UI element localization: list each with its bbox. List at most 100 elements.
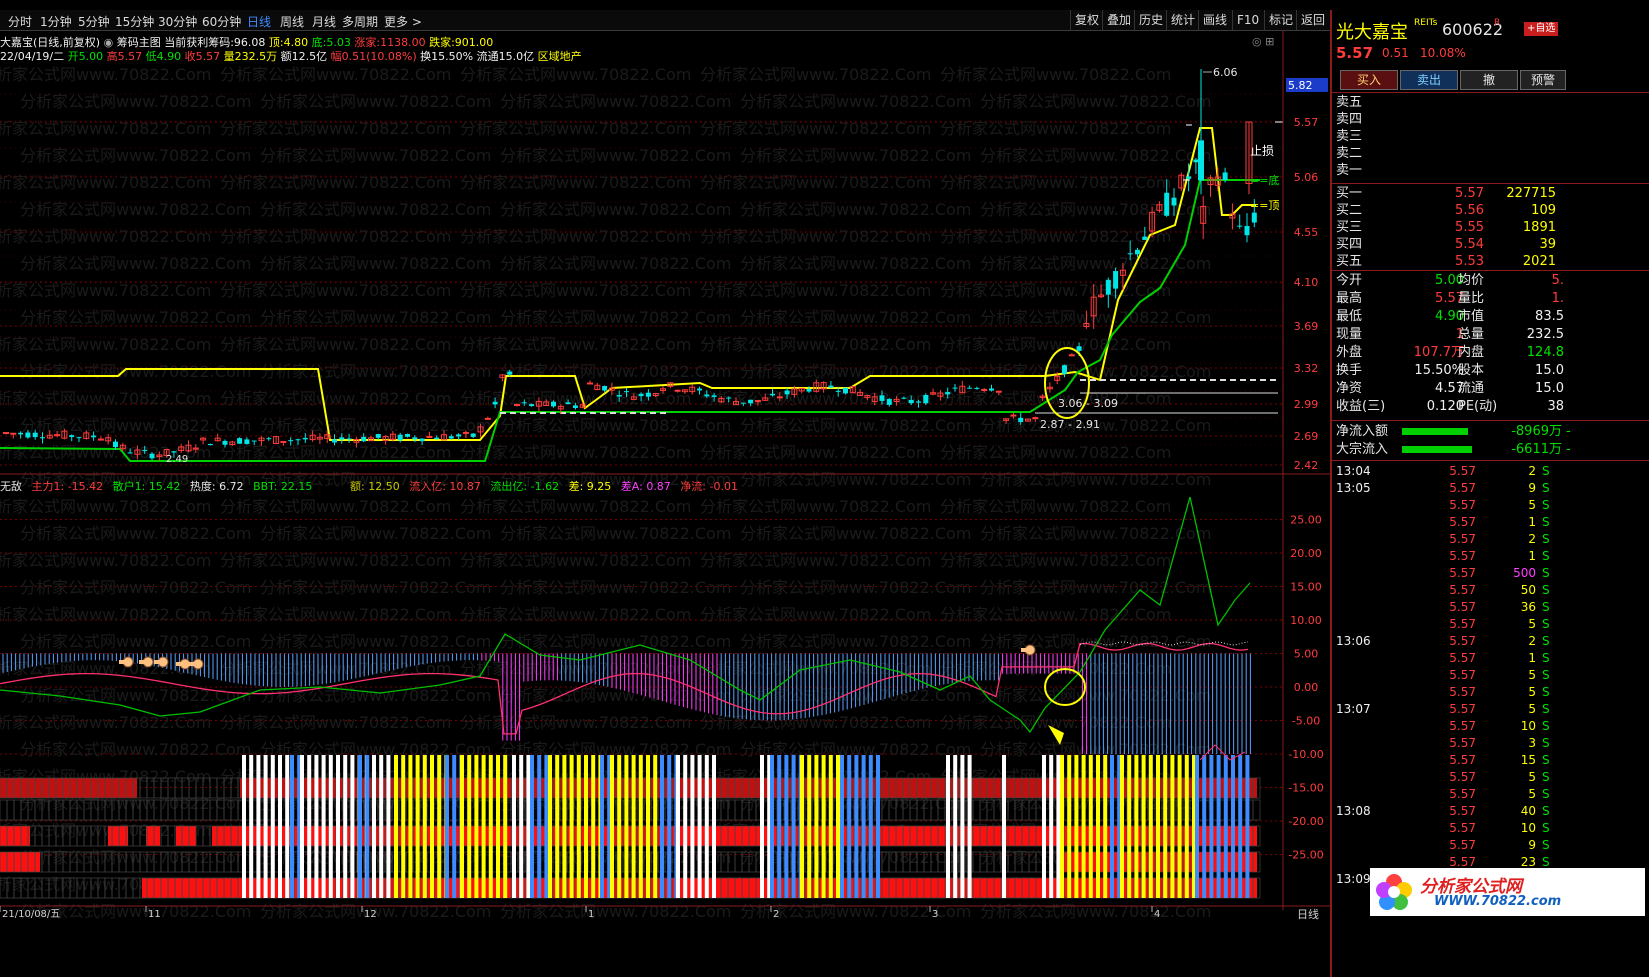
tick-row: 5.57 500 S [1336, 565, 1649, 582]
stat-label: 总量 [1458, 327, 1485, 342]
signal-bar [1103, 755, 1108, 898]
date-axis-label: 1 [588, 909, 594, 920]
signal-bar [770, 755, 774, 898]
tick-side: S [1542, 804, 1550, 818]
stop-loss-label: 止损 [1250, 144, 1274, 158]
tick-row: 5.57 36 S [1336, 599, 1649, 616]
bid-volume: 227715 [1506, 186, 1556, 201]
bid-row[interactable]: 买一 5.57 227715 [1336, 185, 1649, 202]
chart-window-icons[interactable]: ◎ ⊞ [1252, 35, 1274, 48]
watermark-text: 分析家公式网www.70822.Com [20, 200, 251, 219]
signal-bar [617, 755, 622, 898]
stock-name: 光大嘉宝 [1336, 22, 1408, 43]
watermark-text: 分析家公式网www.70822.Com [740, 92, 971, 111]
candle-body [974, 387, 980, 389]
signal-bar [328, 755, 333, 898]
watermark-text: 分析家公式网www.70822.Com [500, 416, 731, 435]
candle-body [484, 417, 491, 420]
candle-body [76, 437, 82, 439]
f10-button[interactable]: F10 [1232, 10, 1263, 30]
tab-1min[interactable]: 1分钟 [40, 13, 72, 30]
candle-body [726, 397, 732, 399]
tick-row: 5.57 50 S [1336, 582, 1649, 599]
sell-button[interactable]: 卖出 [1400, 70, 1458, 90]
watermark-text: 分析家公式网www.70822.Com [700, 227, 931, 246]
tick-volume: 15 [1520, 753, 1536, 767]
logo-url: WWW.70822.com [1434, 894, 1562, 909]
candle-body [624, 391, 629, 393]
ask-label: 卖一 [1336, 163, 1363, 178]
mark-button[interactable]: 标记 [1264, 10, 1297, 30]
bid-volume: 39 [1539, 237, 1556, 252]
tab-15min[interactable]: 15分钟 [115, 13, 154, 30]
band-cell [972, 799, 981, 821]
watermark-text: 分析家公式网www.70822.Com [500, 362, 731, 381]
tab-daily[interactable]: 日线 [247, 13, 271, 30]
tab-monthly[interactable]: 月线 [312, 13, 336, 30]
stat-row: 最低 4.90 市值 83.5 [1336, 308, 1649, 325]
price-axis-label: 4.55 [1294, 226, 1319, 239]
signal-bar [631, 755, 636, 898]
fuquan-button[interactable]: 复权 [1070, 10, 1103, 30]
tab-fenshi[interactable]: 分时 [8, 13, 32, 30]
tab-multi-period[interactable]: 多周期 [342, 13, 378, 30]
tick-time: 13:05 [1336, 481, 1371, 495]
tick-volume: 5 [1528, 617, 1536, 631]
stat-row: 最高 5.57 量比 1. [1336, 290, 1649, 307]
tab-30min[interactable]: 30分钟 [158, 13, 197, 30]
history-button[interactable]: 历史 [1134, 10, 1167, 30]
watermark-text: 分析家公式网www.70822.Com [980, 686, 1211, 705]
bid-row[interactable]: 买四 5.54 39 [1336, 236, 1649, 253]
flow-bar [1402, 428, 1468, 435]
tick-row: 5.57 5 S [1336, 667, 1649, 684]
tick-volume: 2 [1528, 464, 1536, 478]
add-favorite-button[interactable]: +自选 [1524, 22, 1559, 36]
watermark-text: 分析家公式网www.70822.Com [460, 497, 691, 516]
watermark-text: 分析家公式网www.70822.Com [500, 308, 731, 327]
alert-button[interactable]: 预警 [1520, 70, 1566, 90]
stat-value: 15.50% [1414, 363, 1464, 378]
candle-body [91, 435, 97, 438]
tab-more[interactable]: 更多 > [384, 13, 422, 30]
watermark-text: 分析家公式网www.70822.Com [500, 524, 731, 543]
watermark-text: 分析家公式网www.70822.Com [0, 551, 211, 570]
signal-bar [285, 755, 290, 898]
date-axis-label: 3 [932, 909, 938, 920]
stat-row: 现量 1 总量 232.5 [1336, 326, 1649, 343]
stat-value: 4.57 [1435, 381, 1464, 396]
cancel-order-button[interactable]: 撤 [1460, 70, 1518, 90]
draw-button[interactable]: 画线 [1198, 10, 1231, 30]
stats-button[interactable]: 统计 [1166, 10, 1199, 30]
stat-row: 换手 15.50% 股本 15.0 [1336, 362, 1649, 379]
buy-button[interactable]: 买入 [1340, 70, 1398, 90]
watermark-text: 分析家公式网www.70822.Com [940, 335, 1171, 354]
tick-volume: 10 [1520, 719, 1536, 733]
tick-row: 5.57 1 S [1336, 514, 1649, 531]
signal-bar [537, 755, 542, 898]
sub-chart-header: 无敌 主力1: -15.42 散户1: 15.42 热度: 6.72 BBT: … [0, 478, 312, 494]
tick-time: 13:09 [1336, 872, 1371, 886]
signal-bar [249, 755, 254, 898]
bid-row[interactable]: 买二 5.56 109 [1336, 202, 1649, 219]
overlay-button[interactable]: 叠加 [1102, 10, 1135, 30]
tick-side: S [1542, 668, 1550, 682]
candle-body [806, 389, 812, 392]
candle-body [1222, 172, 1228, 181]
tab-5min[interactable]: 5分钟 [78, 13, 110, 30]
candle-body [754, 400, 761, 403]
candle-body [843, 387, 848, 394]
candle-body [551, 401, 556, 407]
bid-row[interactable]: 买五 5.53 2021 [1336, 253, 1649, 270]
watermark-text: 分析家公式网www.70822.Com [700, 335, 931, 354]
price-axis-label: 3.32 [1294, 362, 1319, 375]
tab-weekly[interactable]: 周线 [280, 13, 304, 30]
bid-row[interactable]: 买三 5.55 1891 [1336, 219, 1649, 236]
ask-label: 卖二 [1336, 146, 1363, 161]
signal-bar [430, 755, 434, 898]
signal-bar [452, 755, 457, 898]
flower-logo-icon [1376, 874, 1412, 910]
tick-volume: 3 [1528, 736, 1536, 750]
sub-header-item: 散户1: 15.42 [112, 480, 181, 493]
back-button[interactable]: 返回 [1296, 10, 1329, 30]
tab-60min[interactable]: 60分钟 [202, 13, 241, 30]
